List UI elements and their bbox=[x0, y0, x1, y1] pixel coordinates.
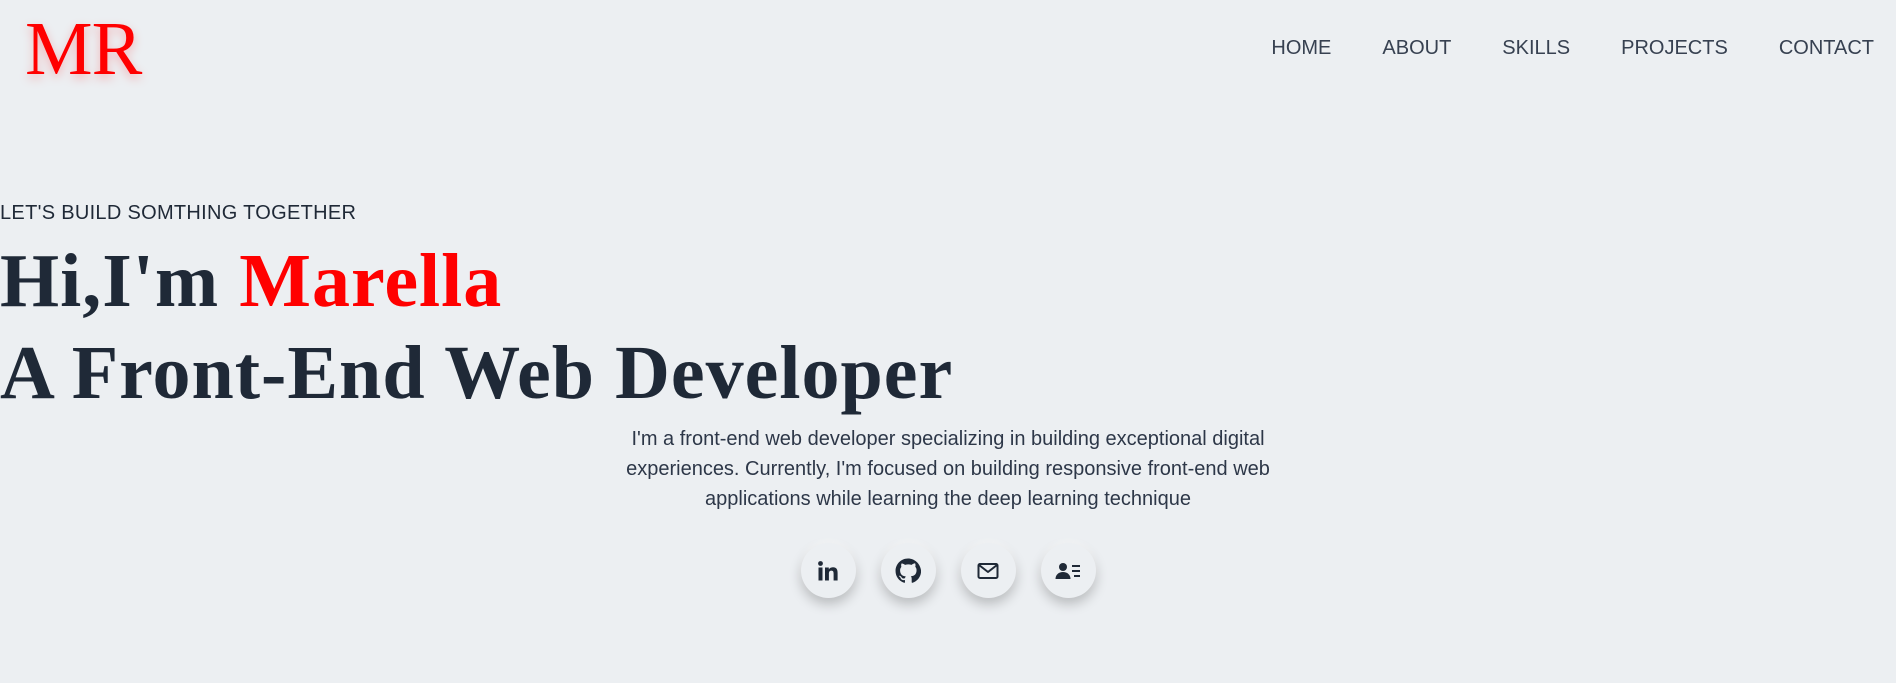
hero-greeting: Hi,I'm Marella bbox=[0, 236, 1896, 326]
hero-tagline: LET'S BUILD SOMTHING TOGETHER bbox=[0, 202, 357, 224]
page: MR HOME ABOUT SKILLS PROJECTS CONTACT LE… bbox=[0, 0, 1896, 683]
nav-item-skills[interactable]: SKILLS bbox=[1502, 36, 1570, 60]
nav-item-projects[interactable]: PROJECTS bbox=[1621, 36, 1728, 60]
greeting-prefix: Hi,I'm bbox=[0, 239, 240, 323]
hero-bio: I'm a front-end web developer specializi… bbox=[626, 428, 1270, 510]
github-icon bbox=[895, 558, 921, 584]
nav-item-contact[interactable]: CONTACT bbox=[1779, 36, 1874, 60]
contact-card-icon bbox=[1054, 559, 1082, 583]
nav-item-about[interactable]: ABOUT bbox=[1382, 36, 1451, 60]
social-links bbox=[0, 543, 1896, 598]
linkedin-icon bbox=[816, 559, 840, 583]
logo[interactable]: MR bbox=[25, 8, 142, 90]
resume-button[interactable] bbox=[1040, 543, 1096, 598]
mail-icon bbox=[976, 559, 1000, 583]
hero-name: Marella bbox=[239, 239, 503, 323]
linkedin-button[interactable] bbox=[800, 543, 856, 598]
main-nav: HOME ABOUT SKILLS PROJECTS CONTACT bbox=[1220, 36, 1874, 60]
email-button[interactable] bbox=[960, 543, 1016, 598]
nav-item-home[interactable]: HOME bbox=[1271, 36, 1331, 60]
hero-role: A Front-End Web Developer bbox=[0, 331, 954, 415]
github-button[interactable] bbox=[880, 543, 936, 598]
